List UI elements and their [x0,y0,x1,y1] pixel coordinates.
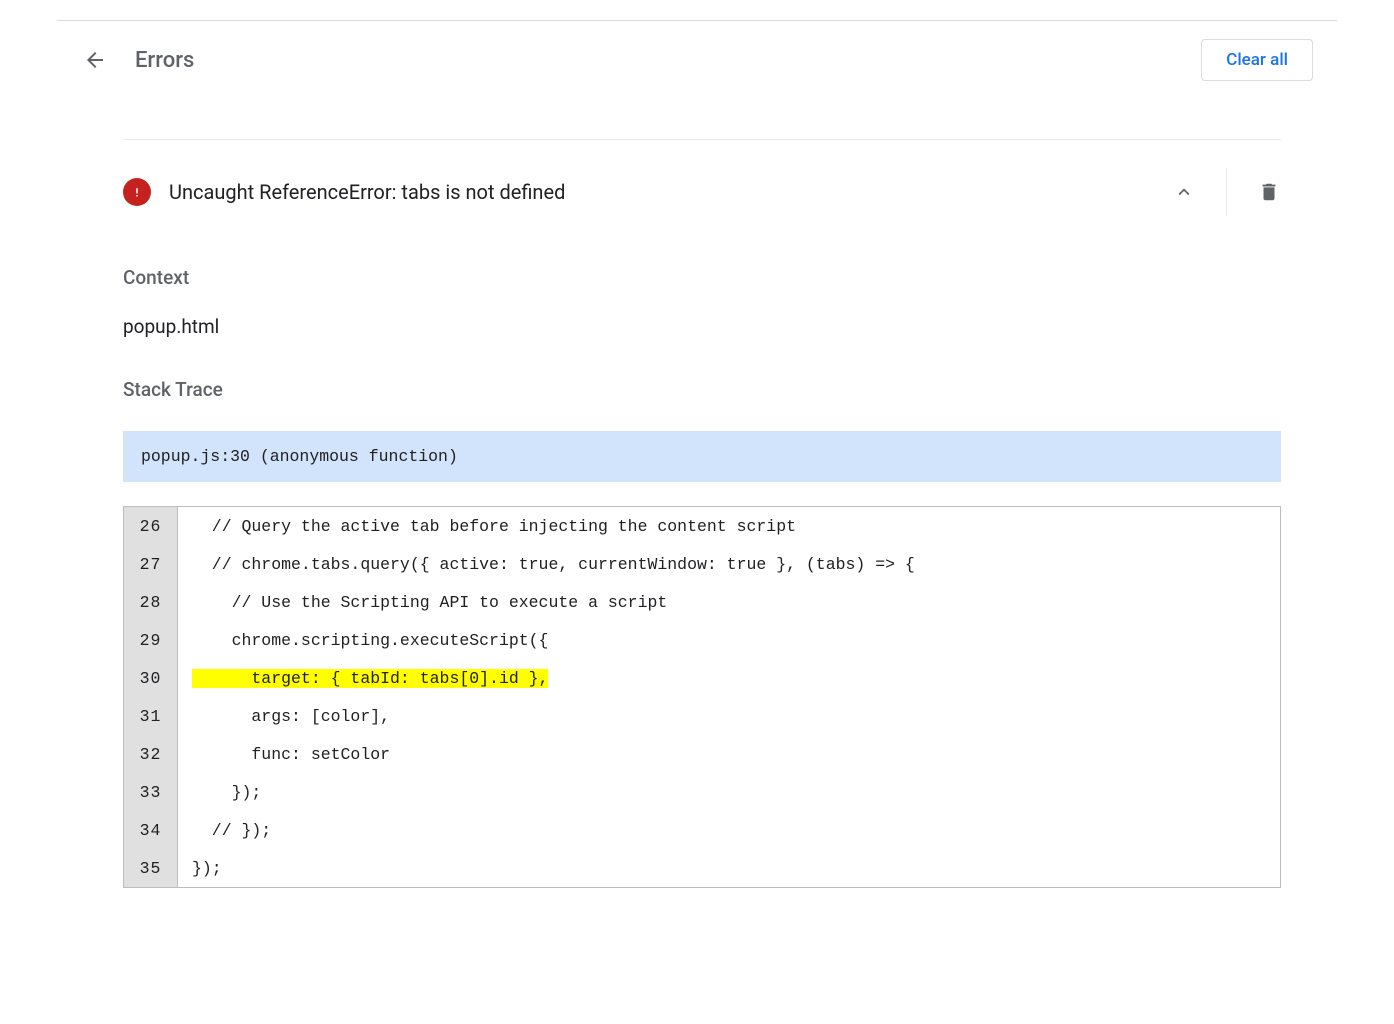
code-line: // Query the active tab before injecting… [178,507,1280,545]
page-title: Errors [135,48,194,73]
code-row: 30 target: { tabId: tabs[0].id }, [124,659,1280,697]
clear-all-button[interactable]: Clear all [1201,39,1313,81]
code-row: 26 // Query the active tab before inject… [124,507,1280,545]
code-row: 32 func: setColor [124,735,1280,773]
code-line: chrome.scripting.executeScript({ [178,621,1280,659]
error-icon [123,178,151,206]
line-number: 35 [124,849,178,887]
chevron-up-icon [1173,181,1195,203]
code-line: }); [178,773,1280,811]
error-message: Uncaught ReferenceError: tabs is not def… [169,180,565,204]
stack-trace-location[interactable]: popup.js:30 (anonymous function) [123,431,1281,482]
line-number: 27 [124,545,178,583]
code-line: func: setColor [178,735,1280,773]
page-header: Errors Clear all [67,21,1337,99]
code-line: // chrome.tabs.query({ active: true, cur… [178,545,1280,583]
line-number: 29 [124,621,178,659]
code-line: // }); [178,811,1280,849]
code-row: 35}); [124,849,1280,887]
error-title-group: Uncaught ReferenceError: tabs is not def… [123,178,565,206]
code-line: }); [178,849,1280,887]
code-row: 34 // }); [124,811,1280,849]
header-left-group: Errors [83,48,194,73]
code-line: args: [color], [178,697,1280,735]
line-number: 26 [124,507,178,545]
line-number: 31 [124,697,178,735]
line-number: 33 [124,773,178,811]
line-number: 32 [124,735,178,773]
errors-page: Errors Clear all Uncaught ReferenceError… [57,20,1337,888]
code-row: 29 chrome.scripting.executeScript({ [124,621,1280,659]
error-actions [1172,168,1281,216]
error-header-row: Uncaught ReferenceError: tabs is not def… [123,139,1281,226]
code-block: 26 // Query the active tab before inject… [123,506,1281,888]
code-line: // Use the Scripting API to execute a sc… [178,583,1280,621]
line-number: 30 [124,659,178,697]
stack-trace-label: Stack Trace [123,378,1281,401]
delete-button[interactable] [1257,180,1281,204]
context-label: Context [123,266,1281,289]
collapse-button[interactable] [1172,180,1196,204]
line-number: 28 [124,583,178,621]
code-row: 31 args: [color], [124,697,1280,735]
code-row: 33 }); [124,773,1280,811]
code-row: 28 // Use the Scripting API to execute a… [124,583,1280,621]
trash-icon [1258,181,1280,203]
error-section: Uncaught ReferenceError: tabs is not def… [67,139,1337,888]
code-row: 27 // chrome.tabs.query({ active: true, … [124,545,1280,583]
context-value: popup.html [123,315,1281,338]
line-number: 34 [124,811,178,849]
vertical-divider [1226,168,1227,216]
code-line-highlighted: target: { tabId: tabs[0].id }, [178,659,1280,697]
back-arrow-icon[interactable] [83,48,107,72]
